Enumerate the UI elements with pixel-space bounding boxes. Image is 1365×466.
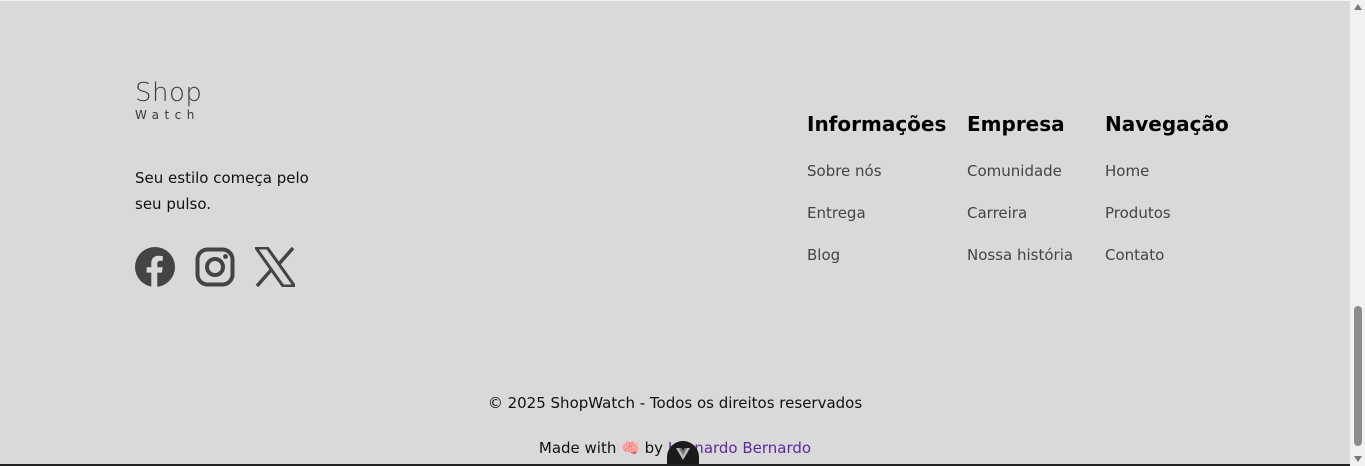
link-nossa-historia[interactable]: Nossa história: [967, 245, 1073, 265]
column-title: Informações: [807, 112, 947, 136]
column-navegacao: Navegação Home Produtos Contato: [1105, 110, 1229, 287]
link-carreira[interactable]: Carreira: [967, 203, 1073, 223]
brain-icon: 🧠: [621, 439, 640, 457]
scroll-down-icon[interactable]: [1350, 452, 1365, 466]
brand-subtitle: Watch: [135, 108, 200, 122]
instagram-icon[interactable]: [195, 247, 235, 287]
brand-name: Shop: [135, 78, 203, 108]
copyright-text: © 2025 ShopWatch - Todos os direitos res…: [487, 394, 863, 412]
made-with-text: Made with: [538, 439, 617, 457]
social-links: [135, 247, 295, 287]
vue-devtools-badge[interactable]: [667, 441, 699, 466]
brand-logo[interactable]: Shop Watch: [135, 78, 202, 122]
link-home[interactable]: Home: [1105, 161, 1229, 181]
column-title: Empresa: [967, 112, 1065, 136]
vue-logo-icon: [676, 447, 690, 460]
link-produtos[interactable]: Produtos: [1105, 203, 1229, 223]
link-sobre-nos[interactable]: Sobre nós: [807, 161, 946, 181]
facebook-icon[interactable]: [135, 247, 175, 287]
link-entrega[interactable]: Entrega: [807, 203, 946, 223]
link-comunidade[interactable]: Comunidade: [967, 161, 1073, 181]
column-empresa: Empresa Comunidade Carreira Nossa histór…: [967, 110, 1073, 287]
tagline: Seu estilo começa pelo seu pulso.: [135, 169, 309, 213]
scroll-up-icon[interactable]: [1350, 0, 1365, 14]
link-contato[interactable]: Contato: [1105, 245, 1229, 265]
x-twitter-icon[interactable]: [255, 247, 295, 287]
column-title: Navegação: [1105, 112, 1229, 136]
column-informacoes: Informações Sobre nós Entrega Blog: [807, 110, 946, 287]
link-blog[interactable]: Blog: [807, 245, 946, 265]
top-divider: [0, 0, 1350, 1]
page-scrollbar[interactable]: [1350, 0, 1365, 466]
scroll-thumb[interactable]: [1354, 306, 1362, 446]
by-text: by: [644, 439, 664, 457]
